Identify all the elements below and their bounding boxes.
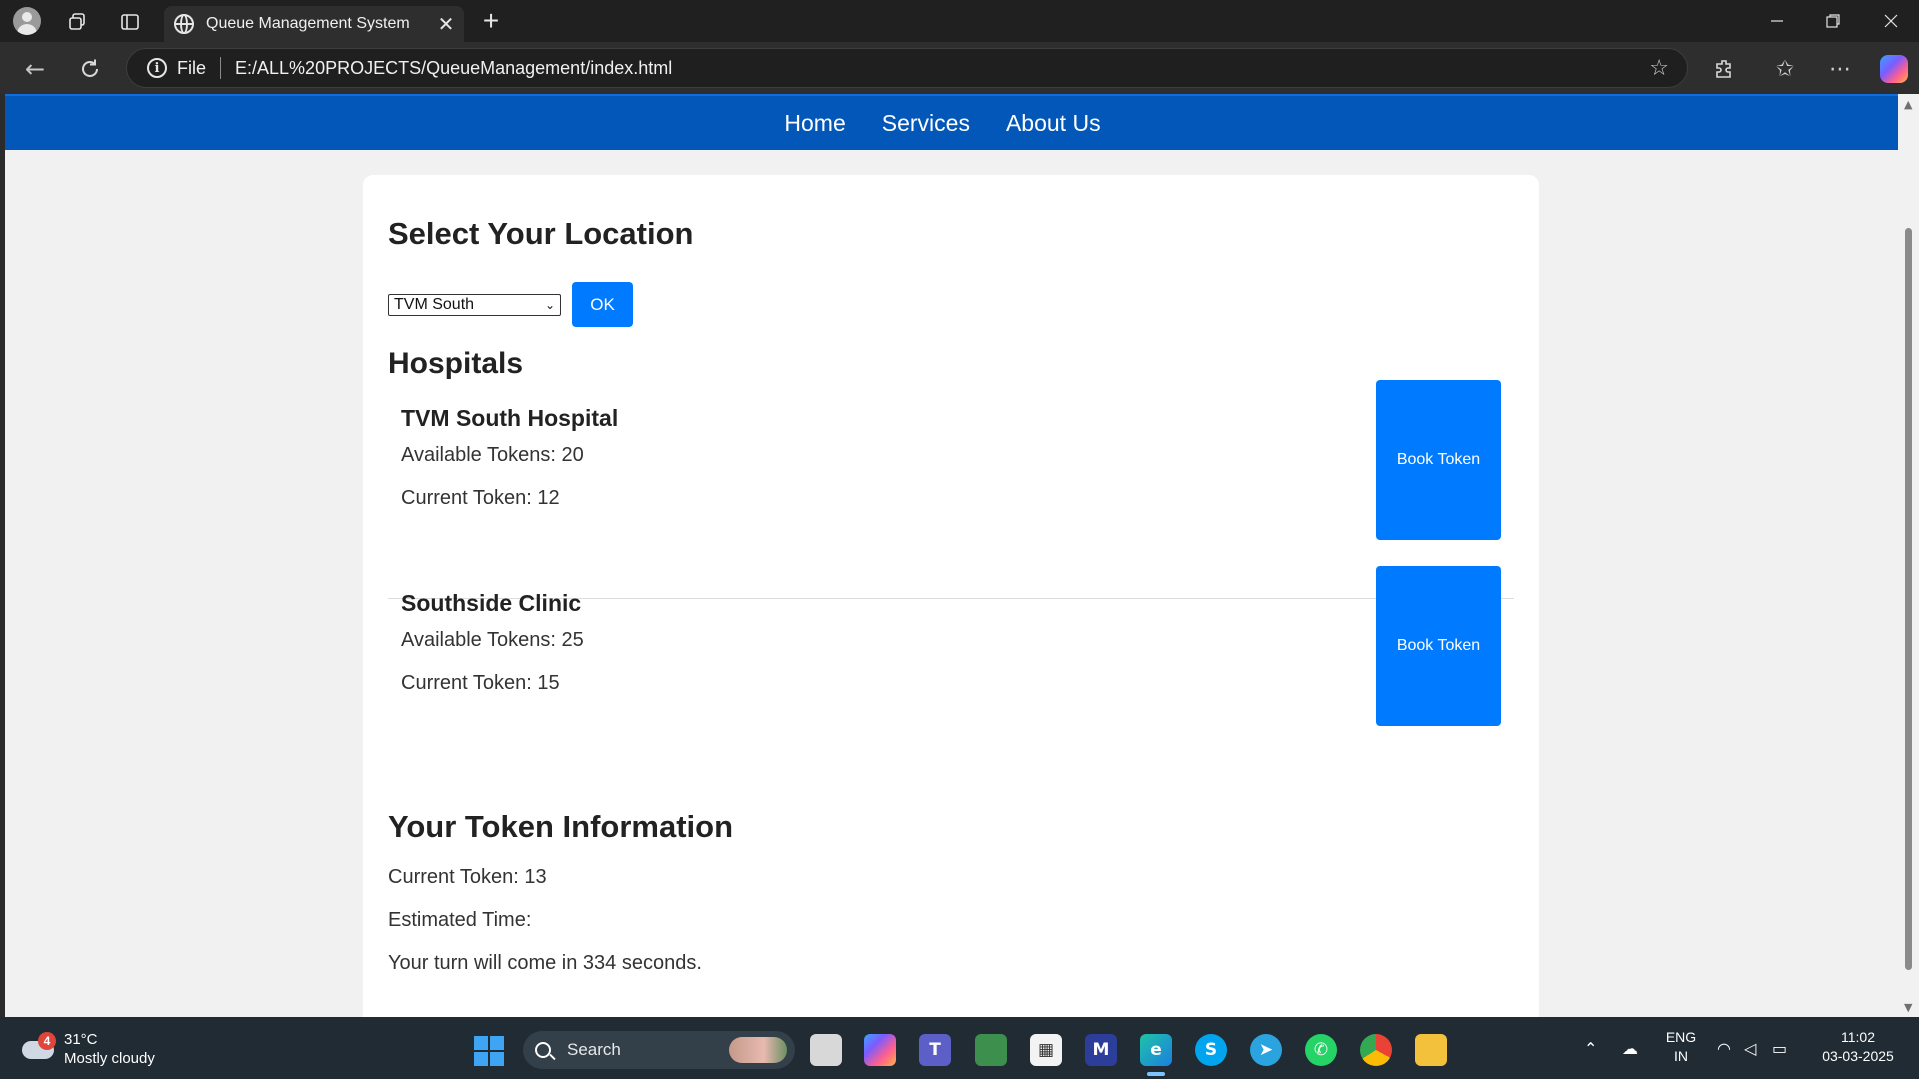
location-heading: Select Your Location [388, 216, 694, 251]
available-tokens: Available Tokens: 25 [401, 629, 584, 651]
workspaces-icon[interactable] [63, 8, 91, 36]
onedrive-cloud-icon[interactable]: ☁ [1622, 1039, 1638, 1058]
book-token-button[interactable]: Book Token [1376, 566, 1501, 726]
scroll-down-icon[interactable]: ▼ [1904, 1001, 1912, 1014]
address-bar-row: ← i File E:/ALL%20PROJECTS/QueueManageme… [0, 42, 1919, 94]
minimize-icon[interactable] [1749, 0, 1805, 42]
main-card: Select Your Location TVM South ⌄ OK Hosp… [363, 175, 1539, 1017]
back-arrow-icon[interactable]: ← [18, 52, 52, 86]
task-view-icon[interactable] [810, 1034, 842, 1066]
start-windows-icon[interactable] [474, 1036, 504, 1066]
battery-icon[interactable]: ▭ [1772, 1039, 1787, 1058]
available-tokens: Available Tokens: 20 [401, 444, 584, 466]
current-token: Current Token: 15 [401, 672, 560, 694]
word-app-icon[interactable]: M [1085, 1034, 1117, 1066]
language-top[interactable]: ENG [1664, 1029, 1698, 1045]
refresh-icon[interactable] [73, 52, 107, 86]
hospital-item: TVM South Hospital Available Tokens: 20 … [388, 380, 1514, 540]
taskbar-search-label: Search [567, 1040, 621, 1059]
nav-home-link[interactable]: Home [784, 110, 845, 137]
restore-icon[interactable] [1805, 0, 1861, 42]
location-selected-value: TVM South [394, 296, 475, 313]
edge-icon[interactable]: e [1140, 1034, 1172, 1066]
show-hidden-icons-icon[interactable]: ⌃ [1584, 1039, 1597, 1058]
current-token: Current Token: 12 [401, 487, 560, 509]
language-bottom[interactable]: IN [1664, 1048, 1698, 1064]
chrome-icon[interactable] [1360, 1034, 1392, 1066]
globe-icon [174, 14, 194, 34]
active-app-indicator [1147, 1072, 1165, 1076]
address-input[interactable]: i File E:/ALL%20PROJECTS/QueueManagement… [126, 48, 1688, 88]
wifi-icon[interactable]: ◠ [1717, 1039, 1731, 1058]
temperature: 31°C [64, 1031, 98, 1048]
favorites-icon[interactable]: ✩ [1768, 52, 1802, 86]
close-tab-icon[interactable]: ✕ [432, 10, 460, 38]
chevron-down-icon: ⌄ [544, 298, 555, 312]
skype-icon[interactable]: S [1195, 1034, 1227, 1066]
nav-services-link[interactable]: Services [882, 110, 970, 137]
scroll-up-icon[interactable]: ▲ [1904, 98, 1912, 111]
teams-icon[interactable]: T [919, 1034, 951, 1066]
page-scrollbar[interactable]: ▲ ▼ [1898, 94, 1919, 1017]
windows-taskbar: 4 31°C Mostly cloudy Search T ▦ M e S ➤ … [0, 1017, 1919, 1079]
browser-titlebar: Queue Management System ✕ + [0, 0, 1919, 42]
weather-widget[interactable]: 4 31°C Mostly cloudy [22, 1029, 162, 1069]
search-highlight-image [729, 1037, 787, 1063]
volume-icon[interactable]: ◁ [1744, 1039, 1756, 1058]
search-icon [535, 1042, 551, 1058]
clock-date[interactable]: 03-03-2025 [1812, 1048, 1904, 1064]
book-token-button[interactable]: Book Token [1376, 380, 1501, 540]
hospital-item: Southside Clinic Available Tokens: 25 Cu… [388, 566, 1514, 726]
file-scheme-label: File [177, 57, 207, 78]
weather-condition: Mostly cloudy [64, 1050, 155, 1067]
copilot-app-icon[interactable] [864, 1034, 896, 1066]
whatsapp-icon[interactable]: ✆ [1305, 1034, 1337, 1066]
favorite-star-icon[interactable]: ☆ [1649, 56, 1669, 81]
your-current-token: Current Token: 13 [388, 866, 547, 888]
extensions-icon[interactable] [1708, 52, 1742, 86]
hospital-name: TVM South Hospital [401, 405, 619, 431]
tab-queue-management[interactable]: Queue Management System ✕ [164, 6, 464, 42]
hospital-name: Southside Clinic [401, 590, 582, 616]
hospitals-heading: Hospitals [388, 347, 524, 380]
maps-app-icon[interactable] [975, 1034, 1007, 1066]
estimated-time: Estimated Time: [388, 909, 532, 931]
tab-title: Queue Management System [206, 15, 410, 32]
scroll-thumb[interactable] [1905, 228, 1912, 970]
page-viewport: Home Services About Us Select Your Locat… [5, 94, 1898, 1017]
clock-time[interactable]: 11:02 [1812, 1029, 1904, 1045]
store-icon[interactable]: ▦ [1030, 1034, 1062, 1066]
more-options-icon[interactable]: ⋯ [1823, 52, 1857, 86]
turn-message: Your turn will come in 334 seconds. [388, 952, 702, 974]
taskbar-search[interactable]: Search [523, 1031, 795, 1069]
new-tab-icon[interactable]: + [476, 5, 506, 36]
close-window-icon[interactable] [1863, 0, 1919, 42]
site-navbar: Home Services About Us [5, 96, 1898, 150]
location-select[interactable]: TVM South ⌄ [388, 294, 561, 316]
site-info-icon[interactable]: i [147, 58, 167, 78]
url-text[interactable]: E:/ALL%20PROJECTS/QueueManagement/index.… [235, 58, 1649, 79]
nav-about-link[interactable]: About Us [1006, 110, 1101, 137]
copilot-icon[interactable] [1880, 55, 1908, 83]
weather-badge: 4 [38, 1032, 56, 1050]
telegram-icon[interactable]: ➤ [1250, 1034, 1282, 1066]
ok-button[interactable]: OK [572, 282, 633, 327]
token-info-heading: Your Token Information [388, 809, 734, 844]
file-explorer-icon[interactable] [1415, 1034, 1447, 1066]
profile-avatar-icon[interactable] [13, 7, 41, 35]
tab-actions-icon[interactable] [116, 8, 144, 36]
